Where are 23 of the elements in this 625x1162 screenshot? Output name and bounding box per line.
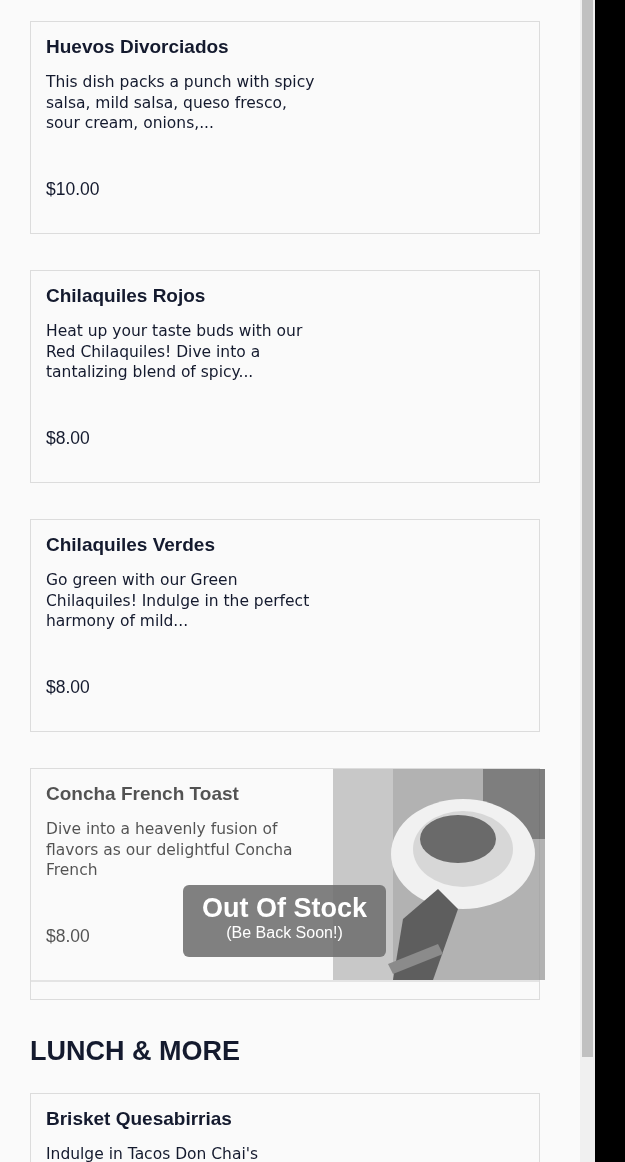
back-soon-note: (Be Back Soon!) (225, 923, 344, 943)
out-of-stock-label: Out Of Stock (201, 893, 368, 923)
item-price: $10.00 (46, 177, 100, 201)
item-description: Heat up your taste buds with our Red Chilaquiles! Dive into a tantalizing blend of spicy... (46, 321, 304, 383)
item-description: This dish packs a punch with spicy salsa, mild salsa, queso fresco, sour cream, onions,... (46, 72, 316, 134)
item-price: $8.00 (46, 924, 90, 948)
item-name: Concha French Toast (46, 783, 240, 805)
menu-item-card[interactable]: Chilaquiles Verdes Go green with our Green Chilaquiles! Indulge in the perfect harmony of mild... $8.00 (30, 519, 540, 732)
scrollbar-thumb[interactable] (582, 0, 593, 1057)
menu-item-card[interactable]: Brisket Quesabirrias Indulge in Tacos Don Chai's (30, 1093, 540, 1162)
item-price: $8.00 (46, 675, 90, 699)
item-name: Brisket Quesabirrias (46, 1108, 233, 1130)
item-price: $8.00 (46, 426, 90, 450)
item-name: Chilaquiles Rojos (46, 285, 207, 307)
item-description: Dive into a heavenly fusion of flavors as our delightful Concha French (46, 819, 294, 881)
item-name: Huevos Divorciados (46, 36, 230, 58)
item-name: Chilaquiles Verdes (46, 534, 216, 556)
scrollbar[interactable] (580, 0, 595, 1162)
section-heading: LUNCH & MORE (30, 1036, 241, 1066)
item-description: Go green with our Green Chilaquiles! Indulge in the perfect harmony of mild... (46, 570, 311, 632)
menu-item-card[interactable]: Chilaquiles Rojos Heat up your taste buds with our Red Chilaquiles! Dive into a tantalizing blend of spicy... $8.00 (30, 270, 540, 483)
menu-item-card[interactable]: Huevos Divorciados This dish packs a punch with spicy salsa, mild salsa, queso fresco, sour cream, onions,... $10.00 (30, 21, 540, 234)
item-description: Indulge in Tacos Don Chai's (46, 1144, 260, 1162)
